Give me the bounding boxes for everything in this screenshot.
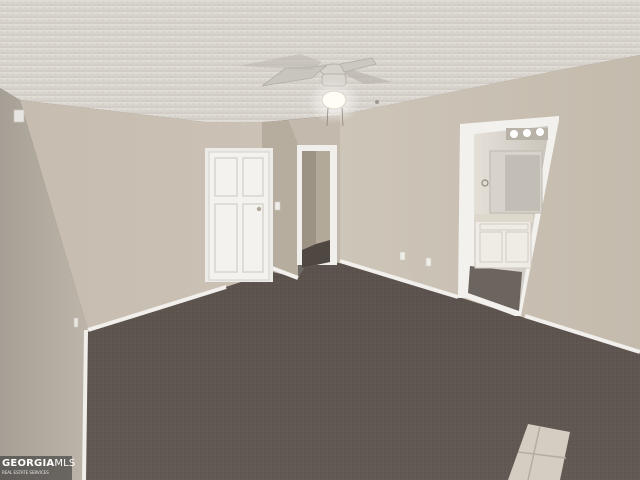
light-switch[interactable] [274,201,281,211]
door-knob[interactable] [256,206,262,212]
listing-watermark: GEORGIAMLS REAL ESTATE SERVICES [0,456,76,480]
ceiling-vent [13,109,25,123]
ceiling-sprinkler [375,100,379,104]
wall-outlet-1 [399,251,406,261]
watermark-brand-suffix: MLS [54,458,76,469]
watermark-tagline: REAL ESTATE SERVICES [2,470,49,475]
closet-door[interactable] [208,151,270,281]
wall-outlet-left [73,317,79,328]
bedroom-photo [0,0,640,480]
watermark-logo: GEORGIAMLS [2,458,76,469]
watermark-brand-main: GEORGIA [2,458,55,469]
vanity-icon [474,217,532,269]
light-fixture-icon [510,130,518,138]
wall-outlet-2 [425,257,432,267]
